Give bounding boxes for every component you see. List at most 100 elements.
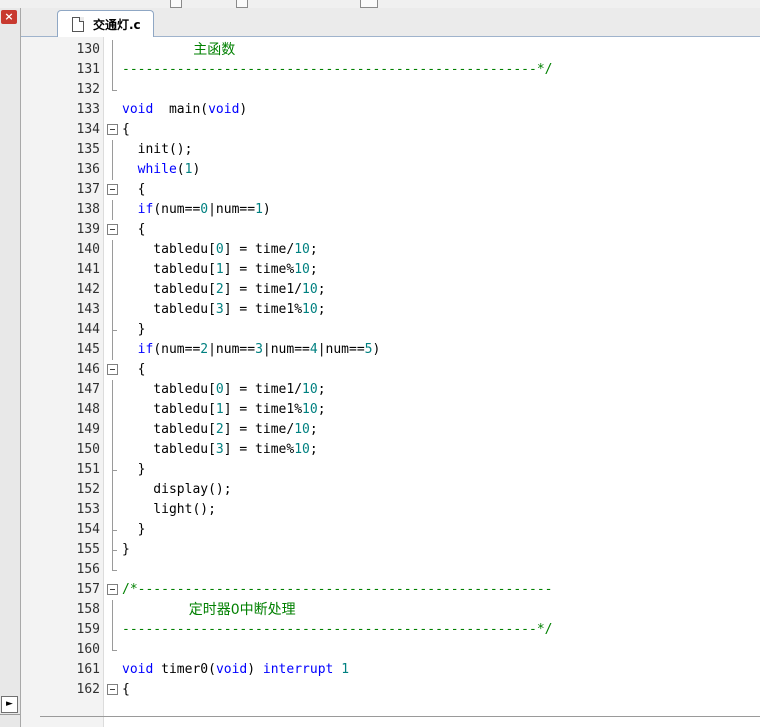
code-text: {	[122, 180, 146, 200]
fold-guide	[107, 300, 119, 320]
line-number-cell: 155	[21, 540, 100, 560]
line-number: 130	[76, 42, 100, 57]
code-line[interactable]: 133 void main(void)	[21, 100, 760, 120]
code-line[interactable]: 139 {	[21, 220, 760, 240]
code-token: (num==	[153, 342, 201, 357]
code-token: ;	[309, 422, 318, 437]
close-icon[interactable]: ×	[1, 10, 17, 24]
keyword-token: interrupt	[262, 662, 334, 677]
code-line[interactable]: 138 if(num==0|num==1)	[21, 200, 760, 220]
code-line[interactable]: 146 {	[21, 360, 760, 380]
code-token: tabledu[	[122, 442, 216, 457]
code-token: {	[122, 182, 146, 197]
code-text: }	[122, 320, 146, 340]
line-number-cell: 161	[21, 660, 100, 680]
toolbar-button[interactable]	[236, 0, 248, 8]
code-text: {	[122, 220, 146, 240]
code-text: tabledu[0] = time1/10;	[122, 380, 325, 400]
code-line[interactable]: 134 {	[21, 120, 760, 140]
number-token: 2	[215, 282, 224, 297]
code-line[interactable]: 135 init();	[21, 140, 760, 160]
code-text: 定时器0中断处理	[122, 600, 296, 621]
fold-guide	[107, 520, 119, 540]
fold-guide	[107, 600, 119, 620]
code-line[interactable]: 158 定时器0中断处理	[21, 600, 760, 620]
code-text: tabledu[2] = time1/10;	[122, 280, 326, 300]
line-number-cell: 152	[21, 480, 100, 500]
code-text: }	[122, 520, 146, 540]
line-number: 158	[76, 602, 100, 617]
line-number-cell: 132	[21, 80, 100, 100]
number-token: 1	[215, 402, 224, 417]
code-token: ;	[317, 282, 326, 297]
code-line[interactable]: 160	[21, 640, 760, 660]
code-token: tabledu[	[122, 282, 216, 297]
toolbar-button[interactable]	[170, 0, 182, 8]
code-line[interactable]: 136 while(1)	[21, 160, 760, 180]
line-number-cell: 133	[21, 100, 100, 120]
line-number-cell: 160	[21, 640, 100, 660]
code-line[interactable]: 145 if(num==2|num==3|num==4|num==5)	[21, 340, 760, 360]
line-number-cell: 153	[21, 500, 100, 520]
code-line[interactable]: 154 }	[21, 520, 760, 540]
code-text: }	[122, 540, 130, 560]
code-line[interactable]: 151 }	[21, 460, 760, 480]
code-line[interactable]: 147 tabledu[0] = time1/10;	[21, 380, 760, 400]
code-line[interactable]: 162 {	[21, 680, 760, 700]
code-line[interactable]: 143 tabledu[3] = time1%10;	[21, 300, 760, 320]
code-line[interactable]: 137 {	[21, 180, 760, 200]
code-token: {	[122, 682, 130, 697]
fold-toggle-icon[interactable]	[107, 580, 119, 600]
code-line[interactable]: 140 tabledu[0] = time/10;	[21, 240, 760, 260]
code-token: ;	[317, 402, 326, 417]
code-line[interactable]: 156	[21, 560, 760, 580]
file-tab-label: 交通灯.c	[93, 17, 141, 32]
line-number-cell: 142	[21, 280, 100, 300]
fold-guide	[107, 80, 119, 100]
line-number: 162	[76, 682, 100, 697]
code-token: )	[262, 202, 271, 217]
code-line[interactable]: 161 void timer0(void) interrupt 1	[21, 660, 760, 680]
code-line[interactable]: 132	[21, 80, 760, 100]
code-line[interactable]: 150 tabledu[3] = time%10;	[21, 440, 760, 460]
code-line[interactable]: 131 -------------------------------------…	[21, 60, 760, 80]
fold-toggle-icon[interactable]	[107, 120, 119, 140]
line-number-cell: 131	[21, 60, 100, 80]
code-line[interactable]: 153 light();	[21, 500, 760, 520]
code-line[interactable]: 152 display();	[21, 480, 760, 500]
code-line[interactable]: 159 -------------------------------------…	[21, 620, 760, 640]
code-line[interactable]: 155}	[21, 540, 760, 560]
fold-guide	[107, 480, 119, 500]
fold-guide	[107, 160, 119, 180]
fold-toggle-icon[interactable]	[107, 180, 119, 200]
code-line[interactable]: 157 /*-----------------------------------…	[21, 580, 760, 600]
code-line[interactable]: 130 主函数	[21, 40, 760, 60]
code-line[interactable]: 149 tabledu[2] = time/10;	[21, 420, 760, 440]
fold-guide	[107, 60, 119, 80]
code-line[interactable]: 148 tabledu[1] = time1%10;	[21, 400, 760, 420]
fold-toggle-icon[interactable]	[107, 360, 119, 380]
code-text: 主函数	[122, 40, 235, 61]
code-token: main(	[153, 102, 209, 117]
code-editor[interactable]: 130 主函数 131 ------------------------------…	[21, 37, 760, 727]
code-text: tabledu[1] = time%10;	[122, 260, 317, 280]
line-number: 146	[76, 362, 100, 377]
comment-token: /*--------------------------------------…	[122, 582, 553, 597]
code-line[interactable]: 142 tabledu[2] = time1/10;	[21, 280, 760, 300]
fold-guide	[107, 500, 119, 520]
file-tab[interactable]: 交通灯.c	[57, 10, 154, 37]
fold-guide	[107, 240, 119, 260]
line-number: 132	[76, 82, 100, 97]
keyword-token: void	[208, 102, 240, 117]
fold-guide	[107, 440, 119, 460]
line-number: 152	[76, 482, 100, 497]
fold-toggle-icon[interactable]	[107, 220, 119, 240]
fold-guide	[107, 200, 119, 220]
code-line[interactable]: 141 tabledu[1] = time%10;	[21, 260, 760, 280]
fold-toggle-icon[interactable]	[107, 680, 119, 700]
toolbar-button[interactable]	[360, 0, 378, 8]
fold-guide	[107, 620, 119, 640]
scroll-right-icon[interactable]: ►	[1, 696, 18, 713]
code-line[interactable]: 144 }	[21, 320, 760, 340]
line-number-cell: 157	[21, 580, 100, 600]
